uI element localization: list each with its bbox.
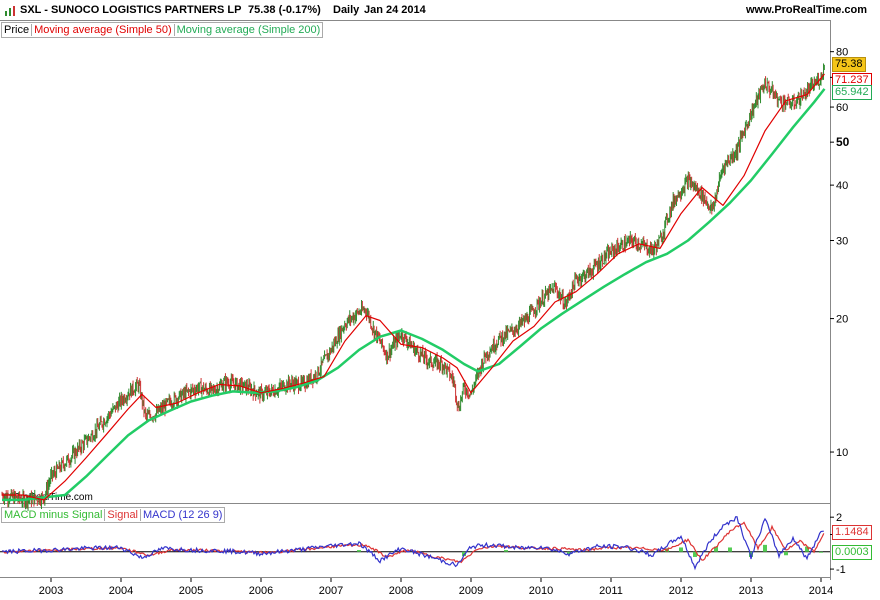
- price-axis-tick-label: 60: [836, 102, 848, 114]
- x-axis-tick-label: 2005: [179, 585, 203, 597]
- macd-hist-bar: [763, 544, 767, 552]
- ma50-line: [2, 73, 825, 501]
- macd-axis-tick-label: -1: [836, 564, 846, 576]
- x-axis-tick-label: 2010: [529, 585, 553, 597]
- x-axis-tick-label: 2007: [319, 585, 343, 597]
- x-axis-tick-label: 2011: [599, 585, 623, 597]
- macd-hist-bar: [504, 550, 508, 552]
- x-axis-tick-label: 2004: [109, 585, 133, 597]
- x-axis-tick-label: 2003: [39, 585, 63, 597]
- price-axis-tick-label: 50: [836, 135, 850, 149]
- x-axis-tick-label: 2006: [249, 585, 273, 597]
- price-value-tag: 75.38: [832, 57, 866, 73]
- macd-hist-bar: [679, 547, 683, 552]
- price-bars: [1, 63, 825, 511]
- price-axis-tick-label: 40: [836, 180, 848, 192]
- ma200-value-tag: 65.942: [832, 84, 872, 100]
- macd-line: [1, 516, 824, 571]
- price-axis-tick-label: 30: [836, 236, 848, 248]
- x-axis-tick-label: 2008: [389, 585, 413, 597]
- signal-value-tag: 1.1484: [832, 524, 872, 540]
- x-axis-tick-label: 2014: [809, 585, 833, 597]
- x-axis-tick-label: 2013: [739, 585, 763, 597]
- macd-axis-tick-label: 2: [836, 512, 842, 524]
- ma200-line: [2, 88, 826, 502]
- x-axis-tick-label: 2012: [669, 585, 693, 597]
- x-axis-tick-label: 2009: [459, 585, 483, 597]
- price-axis-tick-label: 10: [836, 447, 848, 459]
- macd-hist-bar: [819, 551, 823, 553]
- macd-hist-bar: [728, 547, 732, 552]
- chart-canvas: 807060504030201021-120032004200520062007…: [0, 47, 850, 597]
- macd-hist-bar: [357, 550, 361, 552]
- macd-hist-bar: [784, 551, 788, 556]
- price-axis-tick-label: 20: [836, 314, 848, 326]
- hist-value-tag: 0.0003: [832, 544, 872, 560]
